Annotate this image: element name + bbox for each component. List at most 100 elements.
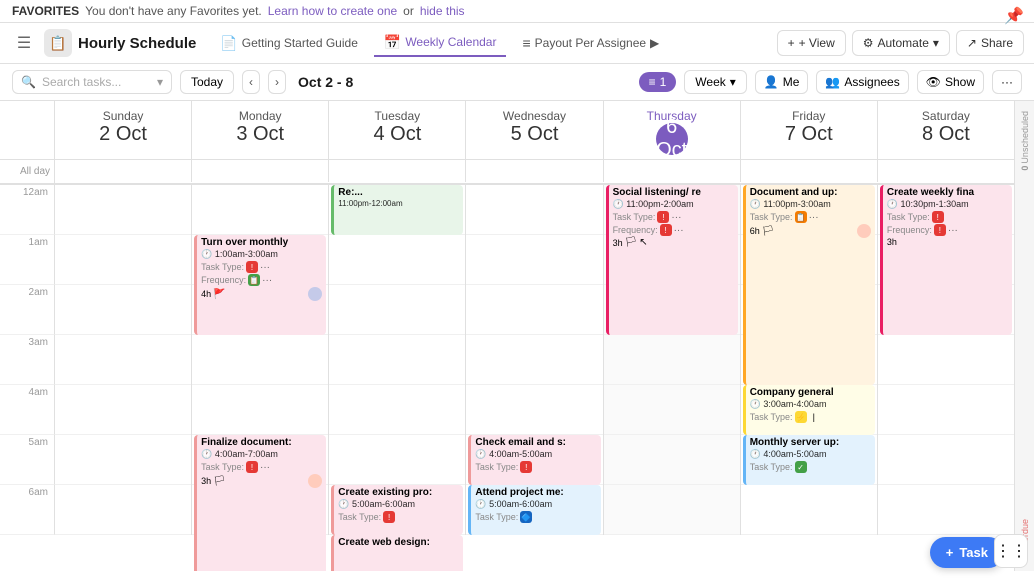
allday-sunday[interactable] (55, 160, 192, 182)
monday-12am[interactable] (192, 185, 328, 235)
allday-tuesday[interactable] (329, 160, 466, 182)
today-button[interactable]: Today (180, 70, 234, 94)
tab-weekly-calendar[interactable]: 📅 Weekly Calendar (374, 30, 507, 57)
allday-thursday[interactable] (604, 160, 741, 182)
thursday-5am[interactable] (604, 435, 740, 485)
event-turn-over-monthly[interactable]: Turn over monthly 🕐 1:00am-3:00am Task T… (194, 235, 326, 335)
tab-getting-started[interactable]: 📄 Getting Started Guide (210, 31, 368, 56)
tuesday-3am[interactable] (329, 335, 465, 385)
grid-view-button[interactable]: ⋮⋮ (994, 534, 1028, 568)
allday-friday[interactable] (741, 160, 878, 182)
saturday-5am[interactable] (878, 435, 1014, 485)
allday-monday[interactable] (192, 160, 329, 182)
thursday-3am[interactable] (604, 335, 740, 385)
social-more2[interactable]: ··· (674, 225, 684, 236)
create-web-title: Create web design: (338, 537, 459, 549)
wednesday-2am[interactable] (466, 285, 602, 335)
event-create-web[interactable]: Create web design: (331, 535, 463, 571)
event-check-email[interactable]: Check email and s: 🕐 4:00am-5:00am Task … (468, 435, 600, 485)
event-attend-project[interactable]: Attend project me: 🕐 5:00am-6:00am Task … (468, 485, 600, 535)
wk-more[interactable]: ··· (948, 225, 958, 236)
doc-more[interactable]: ··· (809, 212, 819, 223)
sunday-5am[interactable] (55, 435, 191, 485)
social-flag: 🏳 (625, 237, 638, 248)
hide-link[interactable]: hide this (420, 4, 465, 18)
day-header-thursday[interactable]: Thursday 6 Oct (604, 101, 741, 159)
day-header-sunday[interactable]: Sunday 2 Oct (55, 101, 192, 159)
allday-saturday[interactable] (878, 160, 1014, 182)
thursday-6am[interactable] (604, 485, 740, 535)
wednesday-3am[interactable] (466, 335, 602, 385)
assignees-button[interactable]: 👥 Assignees (816, 70, 908, 94)
event-social-listening[interactable]: Social listening/ re 🕐 11:00pm-2:00am Ta… (606, 185, 738, 335)
day-column-friday[interactable]: Document and up: 🕐 11:00pm-3:00am Task T… (741, 185, 878, 535)
day-column-wednesday[interactable]: Check email and s: 🕐 4:00am-5:00am Task … (466, 185, 603, 535)
view-button[interactable]: + + View (777, 30, 846, 56)
sunday-6am[interactable] (55, 485, 191, 535)
allday-wednesday[interactable] (466, 160, 603, 182)
hour-label-5am: 5am (0, 435, 55, 485)
company-title: Company general (750, 387, 871, 399)
event-create-existing[interactable]: Create existing pro: 🕐 5:00am-6:00am Tas… (331, 485, 463, 535)
more-button[interactable]: ··· (992, 70, 1022, 94)
show-button[interactable]: 👁 Show (917, 70, 984, 94)
event-title: Turn over monthly (201, 237, 322, 249)
event-document[interactable]: Document and up: 🕐 11:00pm-3:00am Task T… (743, 185, 875, 385)
social-more[interactable]: ··· (671, 212, 681, 223)
saturday-3am[interactable] (878, 335, 1014, 385)
day-header-monday[interactable]: Monday 3 Oct (192, 101, 329, 159)
wednesday-4am[interactable] (466, 385, 602, 435)
tuesday-4am[interactable] (329, 385, 465, 435)
sunday-1am[interactable] (55, 235, 191, 285)
search-box[interactable]: 🔍 Search tasks... ▾ (12, 70, 172, 94)
tuesday-12am[interactable]: Re:... 11:00pm-12:00am (329, 185, 465, 235)
hamburger-button[interactable]: ☰ (10, 29, 38, 57)
tab-payout[interactable]: ≡ Payout Per Assignee ▶ (512, 31, 669, 55)
prev-button[interactable]: ‹ (242, 70, 260, 94)
unscheduled-section[interactable]: 0 Unscheduled (1020, 111, 1030, 171)
wednesday-1am[interactable] (466, 235, 602, 285)
time-scroll[interactable]: 12am 1am 2am 3am 4am 5am 6am (0, 185, 1014, 571)
monday-3am[interactable] (192, 335, 328, 385)
event-create-weekly[interactable]: Create weekly fina 🕐 10:30pm-1:30am Task… (880, 185, 1012, 335)
day-column-saturday[interactable]: Create weekly fina 🕐 10:30pm-1:30am Task… (878, 185, 1014, 535)
sunday-3am[interactable] (55, 335, 191, 385)
learn-link[interactable]: Learn how to create one (268, 4, 397, 18)
friday-6am[interactable] (741, 485, 877, 535)
more-options[interactable]: ··· (260, 262, 270, 273)
wednesday-12am[interactable] (466, 185, 602, 235)
thursday-4am[interactable] (604, 385, 740, 435)
week-selector[interactable]: Week ▾ (684, 70, 747, 94)
tuesday-5am[interactable] (329, 435, 465, 485)
event-finalize-document[interactable]: Finalize document: 🕐 4:00am-7:00am Task … (194, 435, 326, 571)
event-re[interactable]: Re:... 11:00pm-12:00am (331, 185, 463, 235)
next-button[interactable]: › (268, 70, 286, 94)
day-header-friday[interactable]: Friday 7 Oct (741, 101, 878, 159)
day-column-monday[interactable]: Turn over monthly 🕐 1:00am-3:00am Task T… (192, 185, 329, 535)
saturday-6am[interactable] (878, 485, 1014, 535)
more-options2[interactable]: ··· (262, 275, 272, 286)
filter-badge[interactable]: ≡ 1 (639, 72, 677, 92)
day-header-wednesday[interactable]: Wednesday 5 Oct (466, 101, 603, 159)
me-button[interactable]: 👤 Me (755, 70, 809, 94)
day-header-tuesday[interactable]: Tuesday 4 Oct (329, 101, 466, 159)
share-button[interactable]: ↗ Share (956, 30, 1024, 56)
event-monthly-server[interactable]: Monthly server up: 🕐 4:00am-5:00am Task … (743, 435, 875, 485)
day-header-saturday[interactable]: Saturday 8 Oct (878, 101, 1014, 159)
day-column-thursday[interactable]: Social listening/ re 🕐 11:00pm-2:00am Ta… (604, 185, 741, 535)
saturday-4am[interactable] (878, 385, 1014, 435)
monday-4am[interactable] (192, 385, 328, 435)
add-task-button[interactable]: + Task (930, 537, 1004, 568)
tuesday-1am[interactable] (329, 235, 465, 285)
day-column-tuesday[interactable]: Re:... 11:00pm-12:00am Create existing (329, 185, 466, 535)
day-column-sunday[interactable] (55, 185, 192, 535)
sunday-4am[interactable] (55, 385, 191, 435)
automate-button[interactable]: ⚙ Automate ▾ (852, 30, 950, 56)
co-type-badge: ⚡ (795, 411, 807, 423)
sunday-12am[interactable] (55, 185, 191, 235)
event-company-general[interactable]: Company general 🕐 3:00am-4:00am Task Typ… (743, 385, 875, 435)
tuesday-2am[interactable] (329, 285, 465, 335)
more-options-finalize[interactable]: ··· (260, 462, 270, 473)
sunday-2am[interactable] (55, 285, 191, 335)
assignees-label: Assignees (844, 75, 899, 89)
